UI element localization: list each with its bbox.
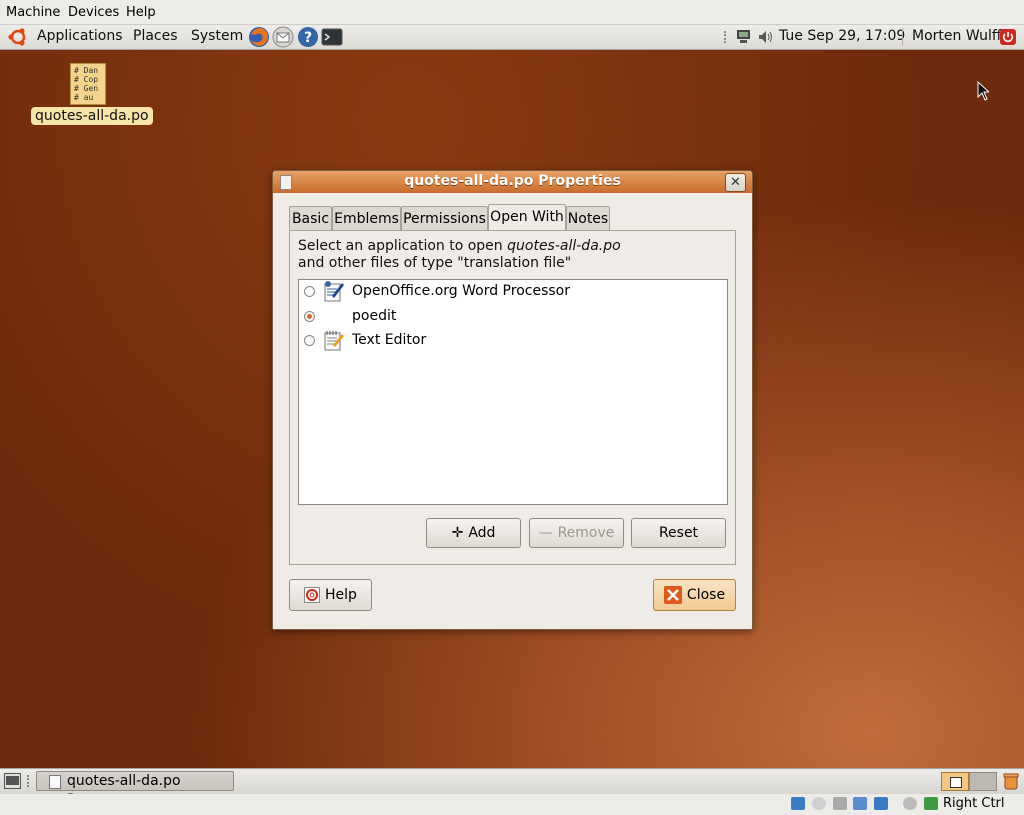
cd-icon[interactable] (812, 797, 826, 810)
close-button-label: Close (686, 587, 726, 603)
tab-basic[interactable]: Basic (289, 206, 332, 230)
add-button[interactable]: ✛ Add (426, 518, 521, 548)
volume-icon[interactable] (757, 29, 774, 45)
preview-line: # Dan (74, 66, 99, 75)
host-key-label: Right Ctrl (943, 796, 1005, 811)
description-filename: quotes-all-da.po (507, 238, 621, 254)
description-line-1: Select an application to open quotes-all… (298, 238, 621, 254)
titlebar-close-button[interactable]: ✕ (725, 173, 746, 192)
help-button-label: Help (325, 587, 357, 603)
system-menu[interactable]: System (191, 28, 243, 44)
add-button-label: Add (468, 525, 496, 541)
tab-permissions[interactable]: Permissions (401, 206, 488, 230)
writer-icon (324, 281, 344, 302)
svg-text:?: ? (304, 30, 312, 46)
app-name: poedit (352, 308, 397, 324)
dialog-titlebar[interactable]: quotes-all-da.po Properties ✕ (273, 171, 752, 193)
show-desktop-icon[interactable] (4, 773, 21, 789)
list-item[interactable]: poedit (299, 305, 727, 329)
description-line-2: and other files of type "translation fil… (298, 255, 572, 271)
mouse-cursor-icon (977, 81, 989, 101)
text-editor-icon (324, 331, 344, 351)
shutdown-icon[interactable] (1000, 29, 1016, 45)
workspace-1[interactable] (941, 772, 969, 791)
lifebuoy-icon (304, 587, 321, 603)
tab-notes[interactable]: Notes (566, 206, 610, 230)
firefox-icon[interactable] (248, 26, 270, 48)
menu-devices[interactable]: Devices (68, 5, 119, 20)
applications-menu[interactable]: Applications (37, 28, 123, 44)
po-file-icon[interactable]: # Dan # Cop # Gen # au (70, 63, 106, 105)
menu-help[interactable]: Help (126, 5, 156, 20)
tab-emblems[interactable]: Emblems (332, 206, 401, 230)
taskbar-button[interactable]: quotes-all-da.po Prope... (36, 771, 234, 808)
panel-handle (27, 775, 29, 787)
top-panel: Applications Places System ? Tue Sep 29,… (0, 25, 1024, 50)
vbox-status-bar: Right Ctrl (0, 794, 1024, 815)
network-adapter-icon[interactable] (853, 797, 867, 810)
close-button[interactable]: Close (653, 579, 736, 611)
plus-icon: ✛ (451, 525, 464, 541)
ubuntu-logo-icon (8, 28, 26, 46)
user-menu[interactable]: Morten Wulff (912, 28, 1002, 44)
app-radio[interactable] (304, 335, 315, 346)
tab-open-with[interactable]: Open With (488, 204, 566, 230)
remove-button-label: Remove (557, 525, 615, 541)
panel-separator (902, 28, 903, 46)
workspace-2[interactable] (969, 772, 997, 791)
menu-machine[interactable]: Machine (6, 5, 60, 20)
shared-folder-icon[interactable] (874, 797, 888, 810)
clock[interactable]: Tue Sep 29, 17:09 (779, 28, 905, 44)
network-icon[interactable] (735, 29, 752, 45)
places-menu[interactable]: Places (133, 28, 178, 44)
minus-icon: — (538, 525, 553, 541)
preview-line: # au (74, 93, 94, 102)
preview-line: # Cop (74, 75, 99, 84)
app-name: Text Editor (352, 332, 427, 348)
window-thumbnail (950, 777, 962, 788)
mouse-integration-icon[interactable] (903, 797, 917, 810)
mail-icon[interactable] (272, 26, 294, 48)
desktop-icon-label[interactable]: quotes-all-da.po (31, 107, 153, 125)
app-name: OpenOffice.org Word Processor (352, 283, 570, 299)
terminal-icon[interactable] (321, 26, 343, 48)
reset-button[interactable]: Reset (631, 518, 726, 548)
floppy-icon[interactable] (833, 797, 847, 810)
properties-dialog: quotes-all-da.po Properties ✕ Basic Embl… (272, 170, 753, 630)
dialog-title: quotes-all-da.po Properties (404, 173, 621, 189)
panel-handle (724, 31, 728, 43)
application-list[interactable]: OpenOffice.org Word Processor poedit Tex… (298, 279, 728, 505)
keyboard-capture-icon[interactable] (924, 797, 938, 810)
close-icon (663, 586, 682, 604)
bottom-panel: quotes-all-da.po Prope... (0, 768, 1024, 808)
trash-icon[interactable] (1002, 772, 1020, 790)
hard-disk-icon[interactable] (791, 797, 805, 810)
document-icon (49, 775, 61, 789)
app-radio[interactable] (304, 286, 315, 297)
vbox-menu-bar: Machine Devices Help (0, 0, 1024, 25)
help-icon[interactable]: ? (297, 26, 319, 48)
help-button[interactable]: Help (289, 579, 372, 611)
app-radio[interactable] (304, 311, 315, 322)
list-item[interactable]: Text Editor (299, 329, 727, 353)
list-item[interactable]: OpenOffice.org Word Processor (299, 280, 727, 304)
preview-line: # Gen (74, 84, 99, 93)
remove-button[interactable]: — Remove (529, 518, 624, 548)
description-prefix: Select an application to open (298, 238, 508, 254)
